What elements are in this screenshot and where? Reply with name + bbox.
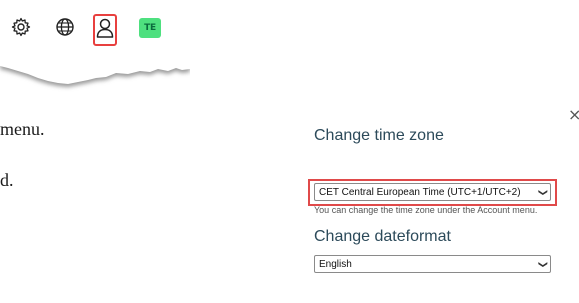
torn-edge-decoration bbox=[0, 54, 190, 87]
user-icon[interactable] bbox=[92, 15, 118, 41]
gear-icon[interactable] bbox=[8, 14, 34, 40]
dateformat-select[interactable]: English ❯ bbox=[314, 255, 551, 273]
brand-badge[interactable]: TE bbox=[139, 18, 161, 38]
timezone-helper-text: You can change the time zone under the A… bbox=[314, 205, 538, 215]
dateformat-select-value: English bbox=[319, 258, 352, 270]
doc-text-line-2: d. bbox=[0, 170, 14, 190]
timezone-select-value: CET Central European Time (UTC+1/UTC+2) bbox=[319, 186, 521, 198]
chevron-down-icon: ❯ bbox=[538, 260, 549, 268]
globe-icon[interactable] bbox=[52, 14, 78, 40]
chevron-down-icon: ❯ bbox=[538, 188, 549, 196]
dateformat-title: Change dateformat bbox=[314, 228, 451, 245]
timezone-title: Change time zone bbox=[314, 127, 444, 144]
doc-text-line-1: menu. bbox=[0, 119, 45, 139]
close-icon[interactable]: × bbox=[568, 107, 579, 123]
top-toolbar: TE bbox=[0, 14, 190, 50]
timezone-select[interactable]: CET Central European Time (UTC+1/UTC+2) … bbox=[314, 183, 551, 201]
